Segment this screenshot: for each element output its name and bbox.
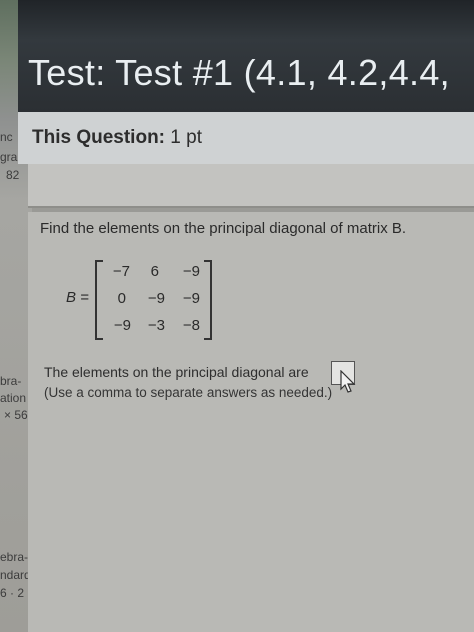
matrix-cell: −9: [182, 290, 200, 307]
matrix-right-bracket: [204, 260, 212, 340]
matrix-cell: −3: [147, 317, 165, 334]
matrix-cell: −9: [113, 317, 131, 334]
sidebar-text: ndard: [0, 568, 31, 582]
sidebar-text: ebra-: [0, 550, 29, 564]
sidebar-text: gra: [0, 150, 18, 164]
question-toolbar: [28, 164, 474, 208]
question-prompt: Find the elements on the principal diago…: [40, 220, 407, 237]
matrix-label: B =: [66, 289, 89, 306]
sidebar-text: × 56: [4, 408, 28, 422]
points-value: 1 pt: [170, 127, 202, 148]
sidebar-text: ation: [0, 391, 27, 405]
matrix-cell: 0: [117, 290, 126, 307]
page-title: Test: Test #1 (4.1, 4.2,4.4,: [28, 52, 450, 93]
answer-hint: (Use a comma to separate answers as need…: [44, 385, 333, 400]
sidebar-text: 6 · 2: [0, 586, 25, 600]
question-points: This Question: 1 pt: [32, 127, 202, 149]
divider: [28, 206, 474, 208]
sidebar-text: nc: [0, 130, 13, 144]
mouse-pointer-icon: [340, 370, 356, 393]
sidebar-text: 82: [6, 168, 20, 182]
matrix-cell: −8: [182, 317, 200, 334]
matrix-cell: −7: [112, 263, 130, 280]
matrix-cell: −9: [147, 290, 165, 307]
matrix-cell: −9: [182, 263, 200, 280]
question-label: This Question:: [32, 127, 165, 148]
sidebar-text: bra-: [0, 374, 22, 388]
answer-prompt: The elements on the principal diagonal a…: [44, 364, 309, 380]
matrix-cell: 6: [150, 263, 159, 280]
